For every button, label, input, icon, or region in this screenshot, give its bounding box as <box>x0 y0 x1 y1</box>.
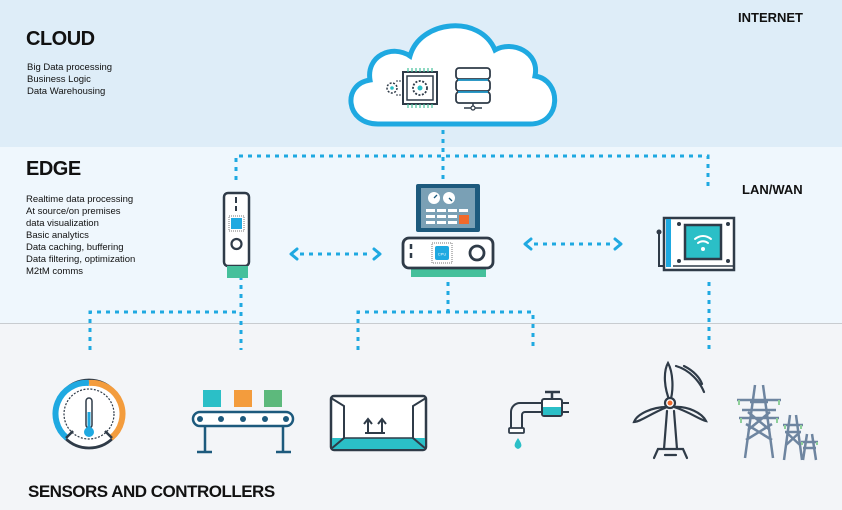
arrow-left-icon <box>523 237 533 251</box>
package-box-icon <box>329 394 428 452</box>
wind-turbine-icon <box>632 360 708 460</box>
database-server-icon <box>455 67 491 111</box>
cloud-icon <box>348 23 558 127</box>
thermostat-connector <box>88 310 241 350</box>
conveyor-belt-icon <box>191 390 295 454</box>
arrow-right-icon <box>372 247 382 261</box>
arrow-right-icon <box>613 237 623 251</box>
gateway-cpu-label: CPU <box>438 252 447 257</box>
gateway-branch-connector <box>356 310 535 350</box>
wifi-router-icon <box>656 216 736 272</box>
water-tap-icon <box>508 390 569 449</box>
edge-hub-device-icon <box>222 191 251 278</box>
arrow-left-icon <box>289 247 299 261</box>
architecture-diagram: CPU <box>52 23 818 461</box>
edge-gateway-device-icon: CPU <box>401 184 495 277</box>
power-transmission-towers-icon <box>737 384 818 461</box>
temperature-gauge-icon <box>52 378 126 450</box>
